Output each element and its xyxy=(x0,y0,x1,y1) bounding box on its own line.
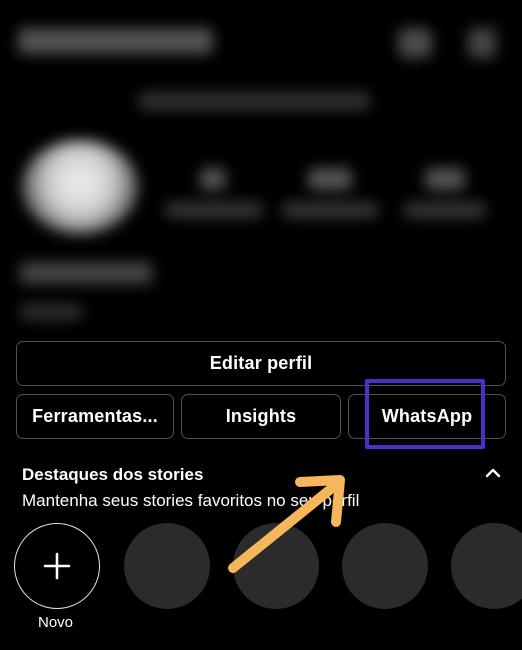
insights-button[interactable]: Insights xyxy=(181,394,341,439)
following-label[interactable] xyxy=(404,202,486,218)
highlight-placeholder xyxy=(451,523,522,609)
profile-bio xyxy=(20,304,82,320)
menu-icon[interactable] xyxy=(468,28,496,58)
highlight-placeholder xyxy=(124,523,210,609)
highlights-title: Destaques dos stories xyxy=(22,465,204,484)
posts-label xyxy=(165,202,263,218)
plus-icon xyxy=(43,552,71,580)
tools-button[interactable]: Ferramentas... xyxy=(16,394,174,439)
profile-username[interactable] xyxy=(18,28,213,54)
profile-display-name xyxy=(20,262,152,284)
avatar[interactable] xyxy=(22,140,138,234)
new-highlight-label: Novo xyxy=(38,614,74,631)
add-icon[interactable] xyxy=(398,28,432,58)
followers-label[interactable] xyxy=(282,202,378,218)
following-count[interactable] xyxy=(425,168,465,190)
highlight-box-annotation xyxy=(365,379,485,449)
new-highlight-button[interactable] xyxy=(14,523,100,609)
chevron-up-icon[interactable] xyxy=(484,466,502,480)
posts-count xyxy=(200,168,226,190)
profile-subtitle xyxy=(138,92,370,110)
highlights-subtitle: Mantenha seus stories favoritos no seu p… xyxy=(22,491,360,510)
highlight-placeholder xyxy=(342,523,428,609)
followers-count[interactable] xyxy=(308,168,352,190)
highlight-placeholder xyxy=(233,523,319,609)
